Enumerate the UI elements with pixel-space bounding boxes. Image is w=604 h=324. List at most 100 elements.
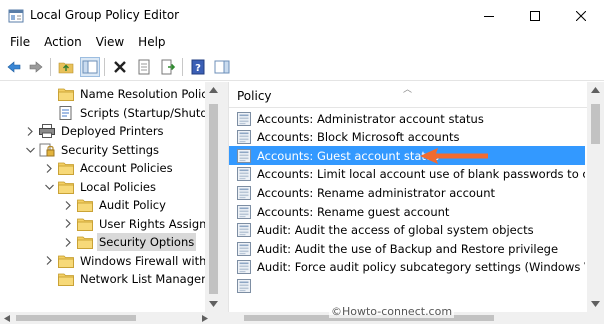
tree-item[interactable]: Security Settings	[24, 141, 161, 159]
tree-item-label: Security Settings	[61, 142, 160, 157]
policy-row[interactable]: Audit: Audit the access of global system…	[229, 221, 585, 240]
policy-row[interactable]: Audit: Audit the use of Backup and Resto…	[229, 239, 585, 258]
tree-item[interactable]: Local Policies	[43, 178, 158, 196]
tree-expander[interactable]	[43, 159, 55, 177]
tree-item-label: Security Options	[97, 233, 197, 251]
watermark: ©Howto-connect.com	[329, 305, 455, 318]
policy-name: Accounts: Guest account status	[257, 148, 440, 163]
tree-item-label: Audit Policy	[99, 198, 166, 212]
export-list-icon	[161, 59, 176, 75]
tree-item[interactable]: Deployed Printers	[24, 122, 166, 140]
tree-item-label: User Rights Assignm	[99, 216, 218, 231]
tree-item-label: Name Resolution Policy	[80, 87, 215, 101]
policy-name: Audit: Audit the access of global system…	[257, 223, 534, 238]
show-hide-console-tree-button[interactable]	[80, 57, 100, 77]
policy-name: Accounts: Rename administrator account	[257, 185, 496, 200]
tree-expander[interactable]	[62, 215, 74, 233]
folder-icon	[77, 198, 97, 212]
policy-setting-icon	[229, 111, 257, 126]
tree-expander[interactable]	[62, 233, 74, 251]
tree-item[interactable]: Scripts (Startup/Shutdown)	[43, 104, 222, 122]
menu-view[interactable]: View	[90, 31, 130, 53]
console-tree[interactable]: Name Resolution Policy Scripts (Startup/S…	[0, 82, 222, 312]
policy-list[interactable]: ︿ Policy Accounts: Administrator account…	[228, 82, 604, 312]
maximize-button[interactable]	[512, 0, 558, 31]
policy-setting-icon	[229, 260, 257, 275]
policy-row[interactable]: Accounts: Limit local account use of bla…	[229, 165, 585, 184]
policy-setting-icon	[229, 223, 257, 238]
policy-name: Accounts: Block Microsoft accounts	[257, 130, 460, 145]
policy-row[interactable]: Accounts: Rename guest account	[229, 202, 585, 221]
tree-hscroll-thumb[interactable]	[16, 315, 136, 321]
tree-expander[interactable]	[62, 196, 74, 214]
close-button[interactable]	[558, 0, 604, 31]
tree-expander[interactable]	[24, 141, 36, 159]
security-icon	[39, 143, 59, 157]
help-button[interactable]: ?	[188, 57, 208, 77]
properties-button[interactable]	[134, 57, 154, 77]
annotation-arrow-icon	[420, 148, 488, 164]
tree-item[interactable]: Account Policies	[43, 159, 175, 177]
tree-scroll-thumb[interactable]	[209, 104, 218, 294]
folder-icon	[58, 87, 78, 101]
tree-expander[interactable]	[24, 122, 36, 140]
title-bar: Local Group Policy Editor	[0, 0, 604, 31]
minimize-icon	[484, 15, 494, 17]
policy-setting-icon	[229, 241, 257, 256]
tree-expander[interactable]	[43, 252, 55, 270]
policy-row[interactable]: Accounts: Rename administrator account	[229, 183, 585, 202]
console-tree-icon	[82, 60, 98, 74]
folder-icon	[58, 161, 78, 175]
policy-row[interactable]	[229, 276, 585, 295]
tree-item[interactable]: Name Resolution Policy	[43, 85, 216, 103]
tree-item[interactable]: Security Options	[62, 233, 197, 251]
tree-item[interactable]: Windows Firewall with A	[43, 252, 220, 270]
back-button[interactable]	[4, 57, 24, 77]
tree-item-label: Local Policies	[80, 179, 156, 194]
scroll-up-icon	[209, 87, 218, 93]
folder-icon	[77, 235, 97, 249]
show-action-pane-button[interactable]	[212, 57, 232, 77]
scroll-up-icon	[591, 87, 600, 93]
action-pane-icon	[214, 60, 230, 74]
help-icon: ?	[191, 59, 205, 75]
chevron-right-icon	[65, 237, 71, 247]
chevron-right-icon	[46, 256, 52, 265]
policy-setting-icon	[229, 204, 257, 219]
policy-scroll-thumb[interactable]	[591, 104, 600, 144]
folder-icon	[58, 254, 78, 268]
forward-arrow-icon	[29, 61, 43, 73]
menu-file[interactable]: File	[4, 31, 36, 53]
script-icon	[58, 105, 78, 120]
policy-column-header[interactable]: ︿ Policy	[229, 82, 604, 108]
delete-button[interactable]	[110, 57, 130, 77]
policy-row[interactable]: Accounts: Guest account status	[229, 146, 585, 166]
policy-setting-icon	[229, 185, 257, 200]
tree-expander[interactable]	[43, 178, 55, 196]
policy-row[interactable]: Accounts: Block Microsoft accounts	[229, 128, 585, 147]
policy-name: Accounts: Limit local account use of bla…	[257, 167, 585, 182]
export-list-button[interactable]	[158, 57, 178, 77]
window-title: Local Group Policy Editor	[30, 8, 180, 22]
tree-item[interactable]: User Rights Assignm	[62, 215, 220, 233]
policy-row[interactable]: Accounts: Administrator account status	[229, 109, 585, 128]
tree-horizontal-scrollbar[interactable]	[0, 312, 222, 324]
tree-item[interactable]: Network List Manager P	[43, 270, 218, 288]
policy-vertical-scrollbar[interactable]	[587, 82, 604, 312]
tree-item-label: Scripts (Startup/Shutdown)	[80, 105, 222, 120]
menu-help[interactable]: Help	[132, 31, 171, 53]
menu-bar: File Action View Help	[0, 31, 604, 53]
policy-setting-icon	[229, 130, 257, 145]
scroll-down-icon	[591, 301, 600, 307]
up-one-level-button[interactable]	[56, 57, 76, 77]
minimize-button[interactable]	[466, 0, 512, 31]
tree-item-label: Windows Firewall with A	[80, 253, 218, 268]
tree-item[interactable]: Audit Policy	[62, 196, 168, 214]
policy-row[interactable]: Audit: Force audit policy subcategory se…	[229, 258, 585, 277]
forward-button[interactable]	[26, 57, 46, 77]
tree-vertical-scrollbar[interactable]	[205, 82, 222, 312]
folder-icon	[77, 217, 97, 231]
menu-action[interactable]: Action	[38, 31, 88, 53]
